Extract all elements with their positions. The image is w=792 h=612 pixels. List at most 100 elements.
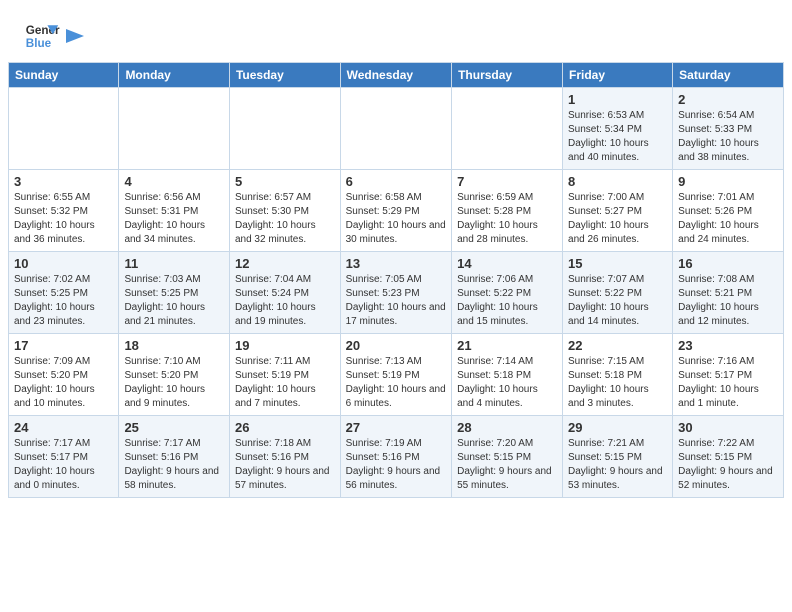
- day-number: 4: [124, 174, 224, 189]
- calendar-cell: 27 Sunrise: 7:19 AM Sunset: 5:16 PM Dayli…: [340, 416, 451, 498]
- day-number: 15: [568, 256, 667, 271]
- day-info: Sunrise: 7:14 AM Sunset: 5:18 PM Dayligh…: [457, 355, 557, 411]
- weekday-header-cell: Monday: [119, 63, 230, 88]
- day-number: 23: [678, 338, 778, 353]
- page-header: General Blue: [0, 0, 792, 62]
- day-info: Sunrise: 7:10 AM Sunset: 5:20 PM Dayligh…: [124, 355, 224, 411]
- calendar-cell: [229, 88, 340, 170]
- day-number: 8: [568, 174, 667, 189]
- weekday-header-cell: Tuesday: [229, 63, 340, 88]
- day-info: Sunrise: 7:21 AM Sunset: 5:15 PM Dayligh…: [568, 437, 667, 493]
- day-info: Sunrise: 6:55 AM Sunset: 5:32 PM Dayligh…: [14, 191, 113, 247]
- calendar-cell: 1 Sunrise: 6:53 AM Sunset: 5:34 PM Daylig…: [563, 88, 673, 170]
- calendar-cell: 14 Sunrise: 7:06 AM Sunset: 5:22 PM Dayli…: [452, 252, 563, 334]
- day-info: Sunrise: 7:11 AM Sunset: 5:19 PM Dayligh…: [235, 355, 335, 411]
- calendar-cell: 23 Sunrise: 7:16 AM Sunset: 5:17 PM Dayli…: [673, 334, 784, 416]
- day-number: 2: [678, 92, 778, 107]
- day-info: Sunrise: 7:16 AM Sunset: 5:17 PM Dayligh…: [678, 355, 778, 411]
- calendar-cell: [452, 88, 563, 170]
- calendar-cell: 22 Sunrise: 7:15 AM Sunset: 5:18 PM Dayli…: [563, 334, 673, 416]
- day-number: 17: [14, 338, 113, 353]
- calendar-cell: 10 Sunrise: 7:02 AM Sunset: 5:25 PM Dayli…: [9, 252, 119, 334]
- day-info: Sunrise: 7:02 AM Sunset: 5:25 PM Dayligh…: [14, 273, 113, 329]
- calendar-cell: 28 Sunrise: 7:20 AM Sunset: 5:15 PM Dayli…: [452, 416, 563, 498]
- day-number: 24: [14, 420, 113, 435]
- calendar-cell: 15 Sunrise: 7:07 AM Sunset: 5:22 PM Dayli…: [563, 252, 673, 334]
- calendar-cell: [9, 88, 119, 170]
- calendar-cell: 5Sunrise: 6:57 AM Sunset: 5:30 PM Daylig…: [229, 170, 340, 252]
- day-number: 16: [678, 256, 778, 271]
- calendar-cell: 19 Sunrise: 7:11 AM Sunset: 5:19 PM Dayli…: [229, 334, 340, 416]
- day-number: 27: [346, 420, 446, 435]
- day-number: 25: [124, 420, 224, 435]
- day-number: 9: [678, 174, 778, 189]
- day-number: 5: [235, 174, 335, 189]
- day-info: Sunrise: 6:59 AM Sunset: 5:28 PM Dayligh…: [457, 191, 557, 247]
- day-number: 20: [346, 338, 446, 353]
- calendar-cell: 30 Sunrise: 7:22 AM Sunset: 5:15 PM Dayli…: [673, 416, 784, 498]
- day-info: Sunrise: 7:00 AM Sunset: 5:27 PM Dayligh…: [568, 191, 667, 247]
- day-info: Sunrise: 7:05 AM Sunset: 5:23 PM Dayligh…: [346, 273, 446, 329]
- calendar-cell: [119, 88, 230, 170]
- day-number: 3: [14, 174, 113, 189]
- calendar-cell: 29 Sunrise: 7:21 AM Sunset: 5:15 PM Dayli…: [563, 416, 673, 498]
- calendar-cell: 7 Sunrise: 6:59 AM Sunset: 5:28 PM Daylig…: [452, 170, 563, 252]
- calendar-week-row: 3 Sunrise: 6:55 AM Sunset: 5:32 PM Daylig…: [9, 170, 784, 252]
- calendar-week-row: 24Sunrise: 7:17 AM Sunset: 5:17 PM Dayli…: [9, 416, 784, 498]
- calendar-body: 1 Sunrise: 6:53 AM Sunset: 5:34 PM Daylig…: [9, 88, 784, 498]
- day-number: 14: [457, 256, 557, 271]
- calendar-cell: 21 Sunrise: 7:14 AM Sunset: 5:18 PM Dayli…: [452, 334, 563, 416]
- day-info: Sunrise: 6:56 AM Sunset: 5:31 PM Dayligh…: [124, 191, 224, 247]
- day-info: Sunrise: 7:13 AM Sunset: 5:19 PM Dayligh…: [346, 355, 446, 411]
- calendar-cell: 16 Sunrise: 7:08 AM Sunset: 5:21 PM Dayli…: [673, 252, 784, 334]
- day-number: 28: [457, 420, 557, 435]
- day-number: 7: [457, 174, 557, 189]
- calendar-table: SundayMondayTuesdayWednesdayThursdayFrid…: [8, 62, 784, 498]
- calendar-cell: 24Sunrise: 7:17 AM Sunset: 5:17 PM Dayli…: [9, 416, 119, 498]
- logo-icon: General Blue: [24, 18, 60, 54]
- day-info: Sunrise: 7:03 AM Sunset: 5:25 PM Dayligh…: [124, 273, 224, 329]
- calendar-cell: 12Sunrise: 7:04 AM Sunset: 5:24 PM Dayli…: [229, 252, 340, 334]
- day-info: Sunrise: 7:07 AM Sunset: 5:22 PM Dayligh…: [568, 273, 667, 329]
- calendar-cell: 9 Sunrise: 7:01 AM Sunset: 5:26 PM Daylig…: [673, 170, 784, 252]
- day-info: Sunrise: 6:58 AM Sunset: 5:29 PM Dayligh…: [346, 191, 446, 247]
- weekday-header-cell: Friday: [563, 63, 673, 88]
- logo: General Blue: [24, 18, 84, 54]
- day-info: Sunrise: 7:04 AM Sunset: 5:24 PM Dayligh…: [235, 273, 335, 329]
- calendar-cell: 2 Sunrise: 6:54 AM Sunset: 5:33 PM Daylig…: [673, 88, 784, 170]
- day-info: Sunrise: 6:54 AM Sunset: 5:33 PM Dayligh…: [678, 109, 778, 165]
- day-number: 21: [457, 338, 557, 353]
- calendar-week-row: 17 Sunrise: 7:09 AM Sunset: 5:20 PM Dayli…: [9, 334, 784, 416]
- day-info: Sunrise: 7:19 AM Sunset: 5:16 PM Dayligh…: [346, 437, 446, 493]
- calendar-cell: 18Sunrise: 7:10 AM Sunset: 5:20 PM Dayli…: [119, 334, 230, 416]
- weekday-header-cell: Saturday: [673, 63, 784, 88]
- day-number: 29: [568, 420, 667, 435]
- calendar-week-row: 10 Sunrise: 7:02 AM Sunset: 5:25 PM Dayli…: [9, 252, 784, 334]
- day-info: Sunrise: 7:22 AM Sunset: 5:15 PM Dayligh…: [678, 437, 778, 493]
- weekday-header-cell: Thursday: [452, 63, 563, 88]
- day-number: 10: [14, 256, 113, 271]
- calendar-cell: 13 Sunrise: 7:05 AM Sunset: 5:23 PM Dayli…: [340, 252, 451, 334]
- day-number: 1: [568, 92, 667, 107]
- day-info: Sunrise: 7:17 AM Sunset: 5:16 PM Dayligh…: [124, 437, 224, 493]
- day-number: 22: [568, 338, 667, 353]
- day-info: Sunrise: 7:01 AM Sunset: 5:26 PM Dayligh…: [678, 191, 778, 247]
- day-number: 13: [346, 256, 446, 271]
- calendar-cell: 11 Sunrise: 7:03 AM Sunset: 5:25 PM Dayli…: [119, 252, 230, 334]
- calendar-cell: 25 Sunrise: 7:17 AM Sunset: 5:16 PM Dayli…: [119, 416, 230, 498]
- day-number: 30: [678, 420, 778, 435]
- day-info: Sunrise: 7:08 AM Sunset: 5:21 PM Dayligh…: [678, 273, 778, 329]
- day-number: 11: [124, 256, 224, 271]
- day-info: Sunrise: 7:15 AM Sunset: 5:18 PM Dayligh…: [568, 355, 667, 411]
- day-number: 19: [235, 338, 335, 353]
- day-info: Sunrise: 7:09 AM Sunset: 5:20 PM Dayligh…: [14, 355, 113, 411]
- day-info: Sunrise: 7:20 AM Sunset: 5:15 PM Dayligh…: [457, 437, 557, 493]
- calendar-week-row: 1 Sunrise: 6:53 AM Sunset: 5:34 PM Daylig…: [9, 88, 784, 170]
- calendar-cell: 4 Sunrise: 6:56 AM Sunset: 5:31 PM Daylig…: [119, 170, 230, 252]
- weekday-header-cell: Wednesday: [340, 63, 451, 88]
- day-info: Sunrise: 6:53 AM Sunset: 5:34 PM Dayligh…: [568, 109, 667, 165]
- calendar-cell: 20 Sunrise: 7:13 AM Sunset: 5:19 PM Dayli…: [340, 334, 451, 416]
- day-info: Sunrise: 7:06 AM Sunset: 5:22 PM Dayligh…: [457, 273, 557, 329]
- calendar-cell: 6Sunrise: 6:58 AM Sunset: 5:29 PM Daylig…: [340, 170, 451, 252]
- day-info: Sunrise: 7:18 AM Sunset: 5:16 PM Dayligh…: [235, 437, 335, 493]
